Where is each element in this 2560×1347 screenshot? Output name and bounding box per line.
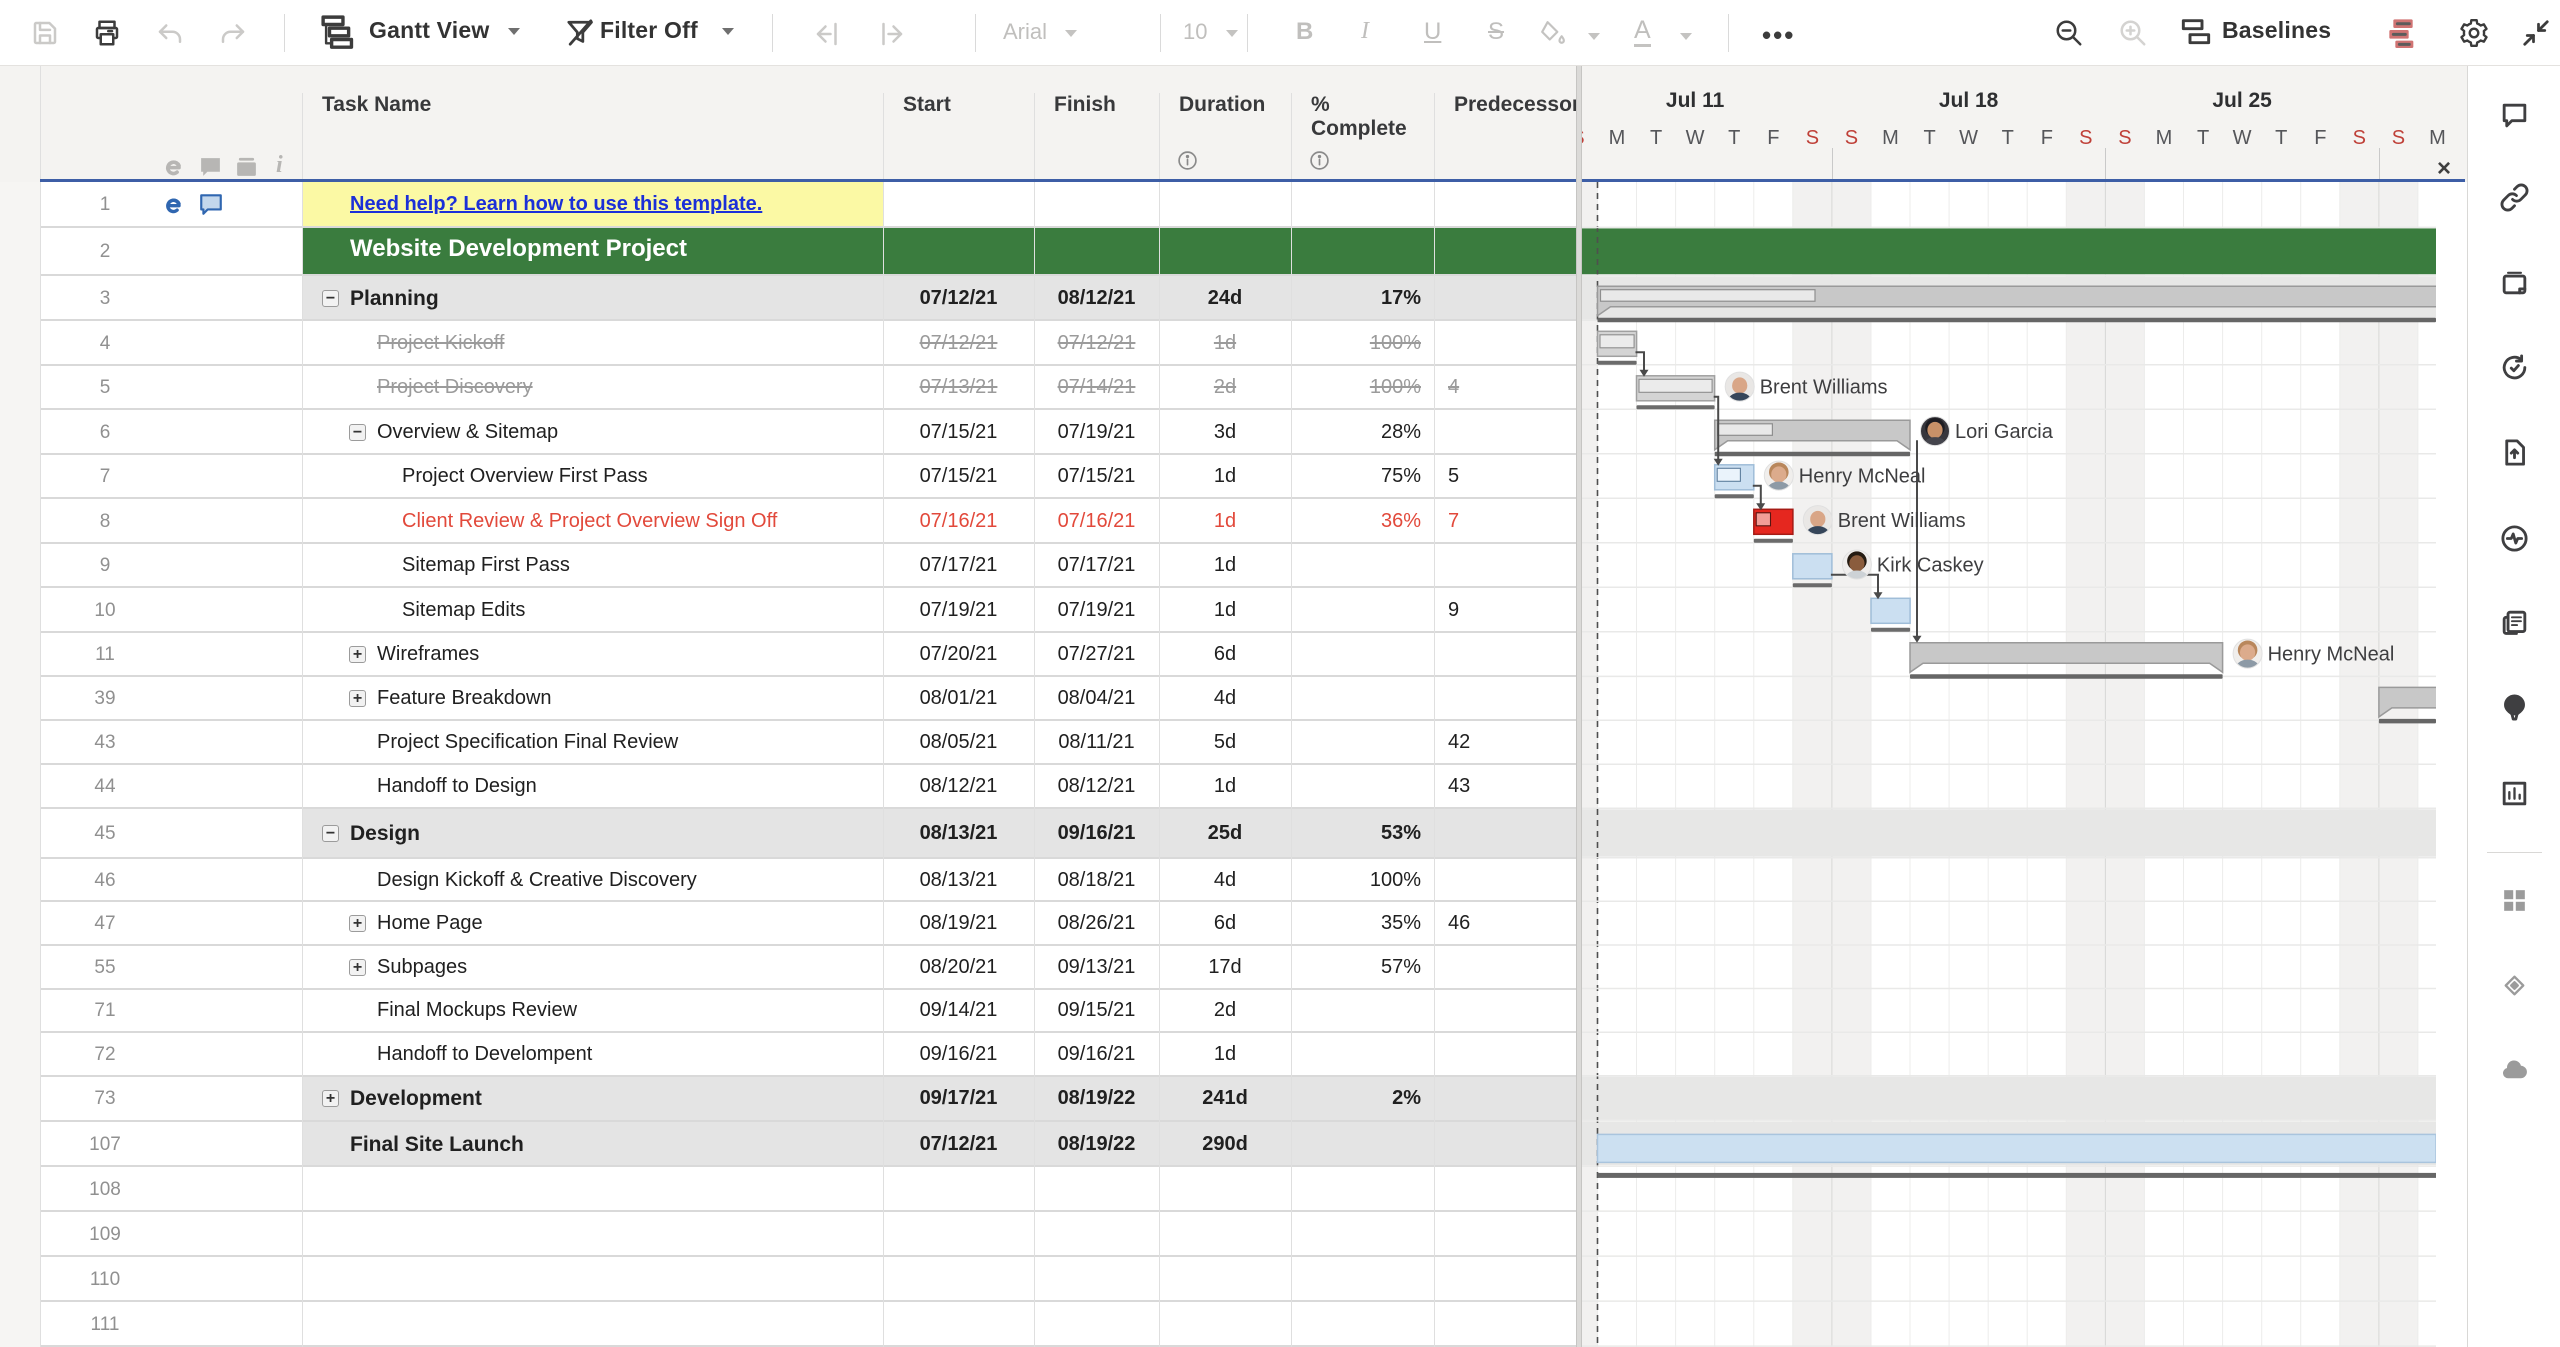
svg-text:Kirk Caskey: Kirk Caskey [1877, 555, 1984, 577]
svg-text:Lori Garcia: Lori Garcia [1955, 421, 2054, 443]
svg-text:Henry McNeal: Henry McNeal [2268, 644, 2395, 666]
svg-text:Henry McNeal: Henry McNeal [1799, 466, 1926, 488]
svg-text:Brent Williams: Brent Williams [1760, 377, 1888, 399]
svg-text:Brent Williams: Brent Williams [1838, 510, 1966, 532]
